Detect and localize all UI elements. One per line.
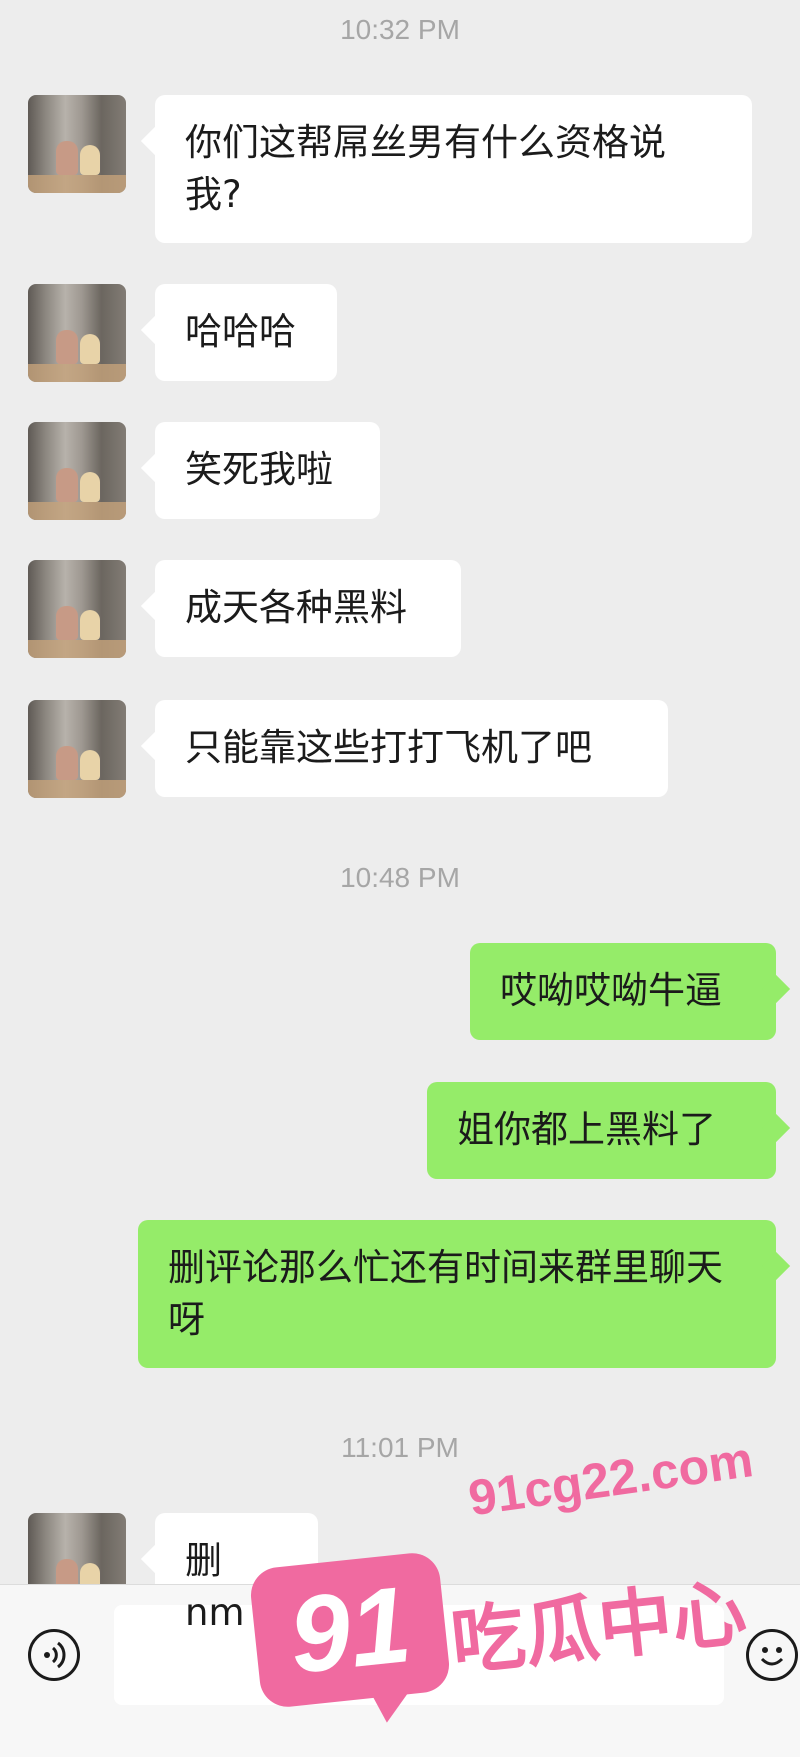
message-text: 删评论那么忙还有时间来群里聊天呀 (168, 1246, 723, 1341)
timestamp: 10:32 PM (340, 14, 460, 45)
message-bubble[interactable]: 哎呦哎呦牛逼 (470, 943, 776, 1040)
message-text: 哈哈哈 (185, 310, 296, 353)
message-text: 成天各种黑料 (185, 586, 407, 629)
message-text: 删 nm (185, 1539, 245, 1634)
contact-avatar[interactable] (28, 422, 126, 520)
message-text: 你们这帮屌丝男有什么资格说我? (185, 121, 666, 216)
message-text: 只能靠这些打打飞机了吧 (185, 726, 592, 769)
message-text: 姐你都上黑料了 (457, 1108, 716, 1151)
contact-avatar[interactable] (28, 284, 126, 382)
message-bubble[interactable]: 只能靠这些打打飞机了吧 (155, 700, 668, 797)
message-bubble[interactable]: 你们这帮屌丝男有什么资格说我? (155, 95, 752, 243)
timestamp: 10:48 PM (340, 862, 460, 893)
message-bubble[interactable]: 笑死我啦 (155, 422, 380, 519)
watermark-name: 吃瓜中心 (446, 1569, 751, 1687)
contact-avatar[interactable] (28, 700, 126, 798)
message-bubble[interactable]: 姐你都上黑料了 (427, 1082, 776, 1179)
voice-icon[interactable] (28, 1629, 80, 1681)
watermark-logo: 91cg22.com 91 吃瓜中心 (248, 1431, 790, 1720)
message-bubble[interactable]: 成天各种黑料 (155, 560, 461, 657)
message-bubble[interactable]: 哈哈哈 (155, 284, 337, 381)
contact-avatar[interactable] (28, 95, 126, 193)
message-text: 笑死我啦 (185, 448, 333, 491)
message-text: 哎呦哎呦牛逼 (500, 969, 722, 1012)
message-bubble[interactable]: 删评论那么忙还有时间来群里聊天呀 (138, 1220, 776, 1368)
contact-avatar[interactable] (28, 560, 126, 658)
